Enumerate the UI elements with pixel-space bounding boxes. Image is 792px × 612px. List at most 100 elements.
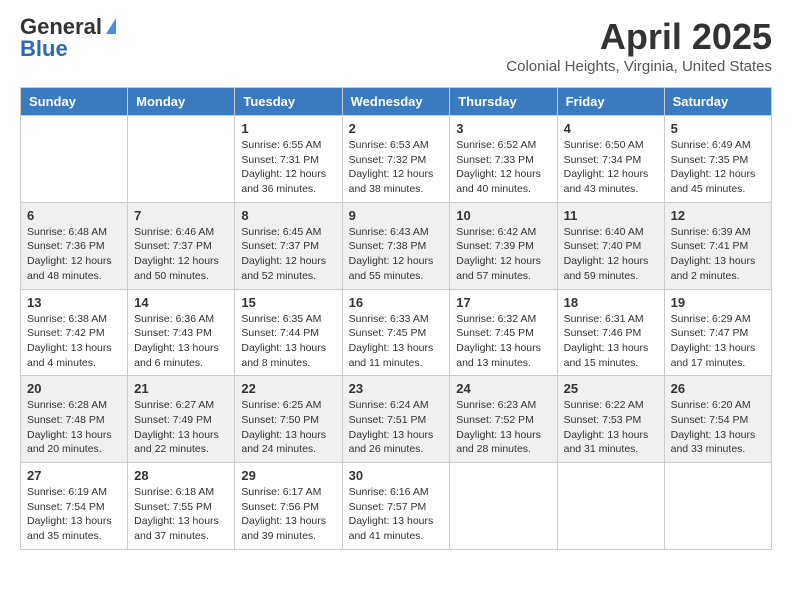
day-info: Sunrise: 6:20 AM Sunset: 7:54 PM Dayligh…	[671, 398, 765, 457]
calendar-cell: 23 Sunrise: 6:24 AM Sunset: 7:51 PM Dayli…	[342, 376, 450, 463]
calendar-cell: 22 Sunrise: 6:25 AM Sunset: 7:50 PM Dayli…	[235, 376, 342, 463]
day-info: Sunrise: 6:53 AM Sunset: 7:32 PM Dayligh…	[349, 138, 444, 197]
calendar-cell: 4Sunrise: 6:50 AM Sunset: 7:34 PM Daylig…	[557, 116, 664, 203]
calendar-cell	[664, 463, 771, 550]
day-number: 5	[671, 121, 765, 136]
day-info: Sunrise: 6:25 AM Sunset: 7:50 PM Dayligh…	[241, 398, 335, 457]
day-info: Sunrise: 6:24 AM Sunset: 7:51 PM Dayligh…	[349, 398, 444, 457]
header: General Blue April 2025 Colonial Heights…	[20, 16, 772, 75]
day-info: Sunrise: 6:27 AM Sunset: 7:49 PM Dayligh…	[134, 398, 228, 457]
calendar-header-thursday: Thursday	[450, 88, 557, 116]
logo: General Blue	[20, 16, 116, 60]
calendar-week-row: 20 Sunrise: 6:28 AM Sunset: 7:48 PM Dayli…	[21, 376, 772, 463]
month-title: April 2025	[506, 16, 772, 58]
day-info: Sunrise: 6:17 AM Sunset: 7:56 PM Dayligh…	[241, 485, 335, 544]
calendar-cell: 10 Sunrise: 6:42 AM Sunset: 7:39 PM Dayli…	[450, 202, 557, 289]
day-info: Sunrise: 6:23 AM Sunset: 7:52 PM Dayligh…	[456, 398, 550, 457]
calendar-cell	[450, 463, 557, 550]
day-info: Sunrise: 6:28 AM Sunset: 7:48 PM Dayligh…	[27, 398, 121, 457]
day-info: Sunrise: 6:39 AM Sunset: 7:41 PM Dayligh…	[671, 225, 765, 284]
day-number: 14	[134, 295, 228, 310]
day-info: Sunrise: 6:55 AM Sunset: 7:31 PM Dayligh…	[241, 138, 335, 197]
day-number: 18	[564, 295, 658, 310]
day-info: Sunrise: 6:49 AM Sunset: 7:35 PM Dayligh…	[671, 138, 765, 197]
calendar-cell	[128, 116, 235, 203]
day-info: Sunrise: 6:43 AM Sunset: 7:38 PM Dayligh…	[349, 225, 444, 284]
day-number: 27	[27, 468, 121, 483]
day-info: Sunrise: 6:46 AM Sunset: 7:37 PM Dayligh…	[134, 225, 228, 284]
day-number: 20	[27, 381, 121, 396]
day-number: 23	[349, 381, 444, 396]
calendar-header-monday: Monday	[128, 88, 235, 116]
day-number: 8	[241, 208, 335, 223]
calendar-week-row: 13Sunrise: 6:38 AM Sunset: 7:42 PM Dayli…	[21, 289, 772, 376]
calendar-cell: 11 Sunrise: 6:40 AM Sunset: 7:40 PM Dayli…	[557, 202, 664, 289]
day-number: 19	[671, 295, 765, 310]
location-title: Colonial Heights, Virginia, United State…	[506, 58, 772, 75]
calendar-cell: 27Sunrise: 6:19 AM Sunset: 7:54 PM Dayli…	[21, 463, 128, 550]
day-info: Sunrise: 6:36 AM Sunset: 7:43 PM Dayligh…	[134, 312, 228, 371]
day-info: Sunrise: 6:48 AM Sunset: 7:36 PM Dayligh…	[27, 225, 121, 284]
calendar-cell: 29 Sunrise: 6:17 AM Sunset: 7:56 PM Dayli…	[235, 463, 342, 550]
day-info: Sunrise: 6:40 AM Sunset: 7:40 PM Dayligh…	[564, 225, 658, 284]
calendar-cell: 7 Sunrise: 6:46 AM Sunset: 7:37 PM Daylig…	[128, 202, 235, 289]
day-number: 17	[456, 295, 550, 310]
day-info: Sunrise: 6:33 AM Sunset: 7:45 PM Dayligh…	[349, 312, 444, 371]
day-number: 25	[564, 381, 658, 396]
calendar-header-row: SundayMondayTuesdayWednesdayThursdayFrid…	[21, 88, 772, 116]
logo-triangle-icon	[106, 18, 116, 34]
calendar-cell: 15Sunrise: 6:35 AM Sunset: 7:44 PM Dayli…	[235, 289, 342, 376]
day-info: Sunrise: 6:29 AM Sunset: 7:47 PM Dayligh…	[671, 312, 765, 371]
calendar-cell: 26 Sunrise: 6:20 AM Sunset: 7:54 PM Dayli…	[664, 376, 771, 463]
calendar-cell: 28Sunrise: 6:18 AM Sunset: 7:55 PM Dayli…	[128, 463, 235, 550]
calendar-header-tuesday: Tuesday	[235, 88, 342, 116]
day-number: 29	[241, 468, 335, 483]
day-info: Sunrise: 6:22 AM Sunset: 7:53 PM Dayligh…	[564, 398, 658, 457]
day-number: 4	[564, 121, 658, 136]
calendar-header-saturday: Saturday	[664, 88, 771, 116]
day-number: 9	[349, 208, 444, 223]
day-number: 28	[134, 468, 228, 483]
day-number: 11	[564, 208, 658, 223]
calendar-cell: 17 Sunrise: 6:32 AM Sunset: 7:45 PM Dayli…	[450, 289, 557, 376]
logo-blue-text: Blue	[20, 38, 68, 60]
day-number: 10	[456, 208, 550, 223]
calendar-header-friday: Friday	[557, 88, 664, 116]
calendar-cell: 18 Sunrise: 6:31 AM Sunset: 7:46 PM Dayli…	[557, 289, 664, 376]
calendar-header-sunday: Sunday	[21, 88, 128, 116]
day-info: Sunrise: 6:52 AM Sunset: 7:33 PM Dayligh…	[456, 138, 550, 197]
calendar-week-row: 6Sunrise: 6:48 AM Sunset: 7:36 PM Daylig…	[21, 202, 772, 289]
day-info: Sunrise: 6:32 AM Sunset: 7:45 PM Dayligh…	[456, 312, 550, 371]
day-number: 22	[241, 381, 335, 396]
calendar-cell	[21, 116, 128, 203]
day-number: 24	[456, 381, 550, 396]
calendar-cell: 9 Sunrise: 6:43 AM Sunset: 7:38 PM Daylig…	[342, 202, 450, 289]
day-number: 21	[134, 381, 228, 396]
day-info: Sunrise: 6:16 AM Sunset: 7:57 PM Dayligh…	[349, 485, 444, 544]
calendar-cell: 2 Sunrise: 6:53 AM Sunset: 7:32 PM Daylig…	[342, 116, 450, 203]
day-number: 7	[134, 208, 228, 223]
calendar-cell: 8 Sunrise: 6:45 AM Sunset: 7:37 PM Daylig…	[235, 202, 342, 289]
calendar-cell: 14 Sunrise: 6:36 AM Sunset: 7:43 PM Dayli…	[128, 289, 235, 376]
calendar-cell: 12 Sunrise: 6:39 AM Sunset: 7:41 PM Dayli…	[664, 202, 771, 289]
day-number: 2	[349, 121, 444, 136]
calendar-cell: 3Sunrise: 6:52 AM Sunset: 7:33 PM Daylig…	[450, 116, 557, 203]
calendar-header-wednesday: Wednesday	[342, 88, 450, 116]
day-info: Sunrise: 6:45 AM Sunset: 7:37 PM Dayligh…	[241, 225, 335, 284]
calendar-table: SundayMondayTuesdayWednesdayThursdayFrid…	[20, 87, 772, 550]
calendar-cell: 21 Sunrise: 6:27 AM Sunset: 7:49 PM Dayli…	[128, 376, 235, 463]
calendar-cell: 25 Sunrise: 6:22 AM Sunset: 7:53 PM Dayli…	[557, 376, 664, 463]
day-number: 1	[241, 121, 335, 136]
day-number: 12	[671, 208, 765, 223]
day-number: 26	[671, 381, 765, 396]
day-info: Sunrise: 6:42 AM Sunset: 7:39 PM Dayligh…	[456, 225, 550, 284]
title-area: April 2025 Colonial Heights, Virginia, U…	[506, 16, 772, 75]
calendar-cell: 13Sunrise: 6:38 AM Sunset: 7:42 PM Dayli…	[21, 289, 128, 376]
calendar-week-row: 27Sunrise: 6:19 AM Sunset: 7:54 PM Dayli…	[21, 463, 772, 550]
calendar-cell: 16Sunrise: 6:33 AM Sunset: 7:45 PM Dayli…	[342, 289, 450, 376]
calendar-cell: 24 Sunrise: 6:23 AM Sunset: 7:52 PM Dayli…	[450, 376, 557, 463]
day-number: 15	[241, 295, 335, 310]
calendar-cell: 30Sunrise: 6:16 AM Sunset: 7:57 PM Dayli…	[342, 463, 450, 550]
day-info: Sunrise: 6:31 AM Sunset: 7:46 PM Dayligh…	[564, 312, 658, 371]
calendar-week-row: 1 Sunrise: 6:55 AM Sunset: 7:31 PM Daylig…	[21, 116, 772, 203]
